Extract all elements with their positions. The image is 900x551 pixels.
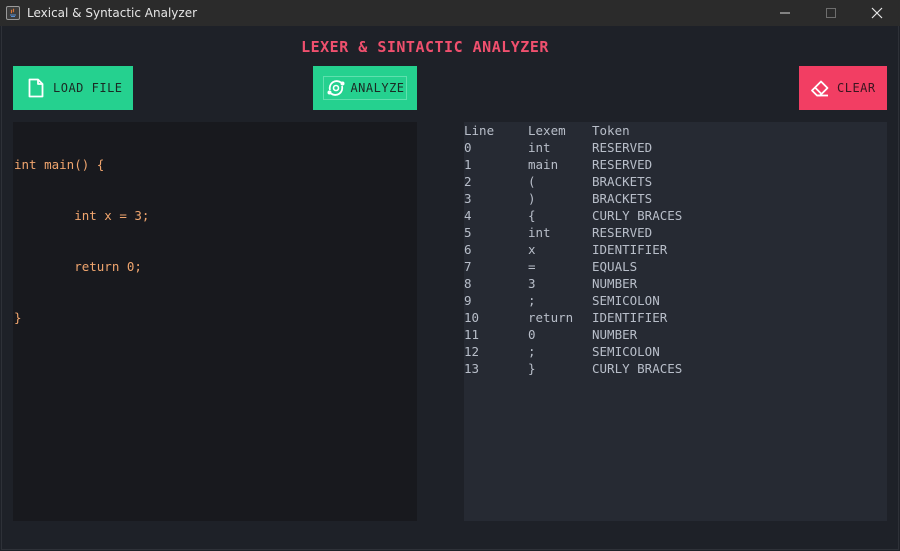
row-token: EQUALS [592,259,638,274]
load-file-button[interactable]: LOAD FILE [13,66,133,110]
row-token: IDENTIFIER [592,310,668,325]
row-lexem: ( [528,174,536,189]
row-line: 9 [464,293,472,308]
row-token: SEMICOLON [592,344,660,359]
row-lexem: return [528,310,574,325]
token-row: 0 int RESERVED [464,139,887,156]
token-row: 8 3 NUMBER [464,275,887,292]
file-icon [26,78,46,98]
row-lexem: 3 [528,276,536,291]
row-lexem: ; [528,344,536,359]
row-line: 11 [464,327,480,342]
analyze-label: ANALYZE [350,81,405,95]
row-lexem: int [528,140,551,155]
clear-label: CLEAR [837,81,876,95]
load-file-label: LOAD FILE [53,81,123,95]
token-row: 6 x IDENTIFIER [464,241,887,258]
row-line: 5 [464,225,472,240]
token-row: 2 ( BRACKETS [464,173,887,190]
maximize-icon [826,8,836,18]
analyze-button[interactable]: ANALYZE [313,66,417,110]
row-token: IDENTIFIER [592,242,668,257]
token-output-panel[interactable]: Line Lexem Token 0 int RESERVED 1 main RESER… [464,122,887,521]
output-header-row: Line Lexem Token [464,122,887,139]
row-token: RESERVED [592,157,653,172]
row-line: 8 [464,276,472,291]
row-line: 12 [464,344,480,359]
row-lexem: } [528,361,536,376]
row-line: 0 [464,140,472,155]
row-line: 13 [464,361,480,376]
row-line: 10 [464,310,480,325]
header-lexem: Lexem [528,123,566,138]
token-row: 13} CURLY BRACES [464,360,887,377]
token-row: 5 int RESERVED [464,224,887,241]
header-token: Token [592,123,630,138]
window-titlebar[interactable]: Lexical & Syntactic Analyzer [0,0,900,26]
row-line: 7 [464,259,472,274]
row-lexem: ; [528,293,536,308]
row-lexem: ) [528,191,536,206]
eraser-icon [810,78,830,98]
code-line: return 0; [14,259,142,274]
token-row: 9; SEMICOLON [464,292,887,309]
minimize-icon [780,12,790,14]
row-lexem: main [528,157,559,172]
maximize-button[interactable] [808,0,854,26]
token-row: 11 0 NUMBER [464,326,887,343]
row-token: SEMICOLON [592,293,660,308]
row-token: NUMBER [592,327,638,342]
analyze-focus-ring: ANALYZE [323,76,407,100]
row-line: 1 [464,157,472,172]
code-line: } [14,310,22,325]
row-line: 6 [464,242,472,257]
source-code-editor[interactable]: int main() { int x = 3; return 0; } [13,122,417,521]
row-lexem: x [528,242,536,257]
java-app-icon [6,6,20,20]
token-row: 3) BRACKETS [464,190,887,207]
row-lexem: 0 [528,327,536,342]
row-token: CURLY BRACES [592,361,683,376]
code-line: int main() { [14,157,105,172]
clear-button[interactable]: CLEAR [799,66,887,110]
row-lexem: { [528,208,536,223]
row-token: CURLY BRACES [592,208,683,223]
token-row: 12; SEMICOLON [464,343,887,360]
row-token: NUMBER [592,276,638,291]
token-row: 4 { CURLY BRACES [464,207,887,224]
close-icon [871,7,883,19]
close-button[interactable] [854,0,900,26]
window-title: Lexical & Syntactic Analyzer [27,6,198,20]
analyze-icon [326,78,346,98]
token-row: 7 = EQUALS [464,258,887,275]
token-row: 10 return IDENTIFIER [464,309,887,326]
row-token: BRACKETS [592,174,653,189]
row-line: 3 [464,191,472,206]
window-controls [762,0,900,26]
row-token: RESERVED [592,225,653,240]
row-token: RESERVED [592,140,653,155]
row-lexem: int [528,225,551,240]
code-line: int x = 3; [14,208,150,223]
row-line: 2 [464,174,472,189]
header-line: Line [464,123,495,138]
minimize-button[interactable] [762,0,808,26]
token-row: 1 main RESERVED [464,156,887,173]
row-token: BRACKETS [592,191,653,206]
row-line: 4 [464,208,472,223]
row-lexem: = [528,259,536,274]
app-title: LEXER & SINTACTIC ANALYZER [301,38,549,56]
